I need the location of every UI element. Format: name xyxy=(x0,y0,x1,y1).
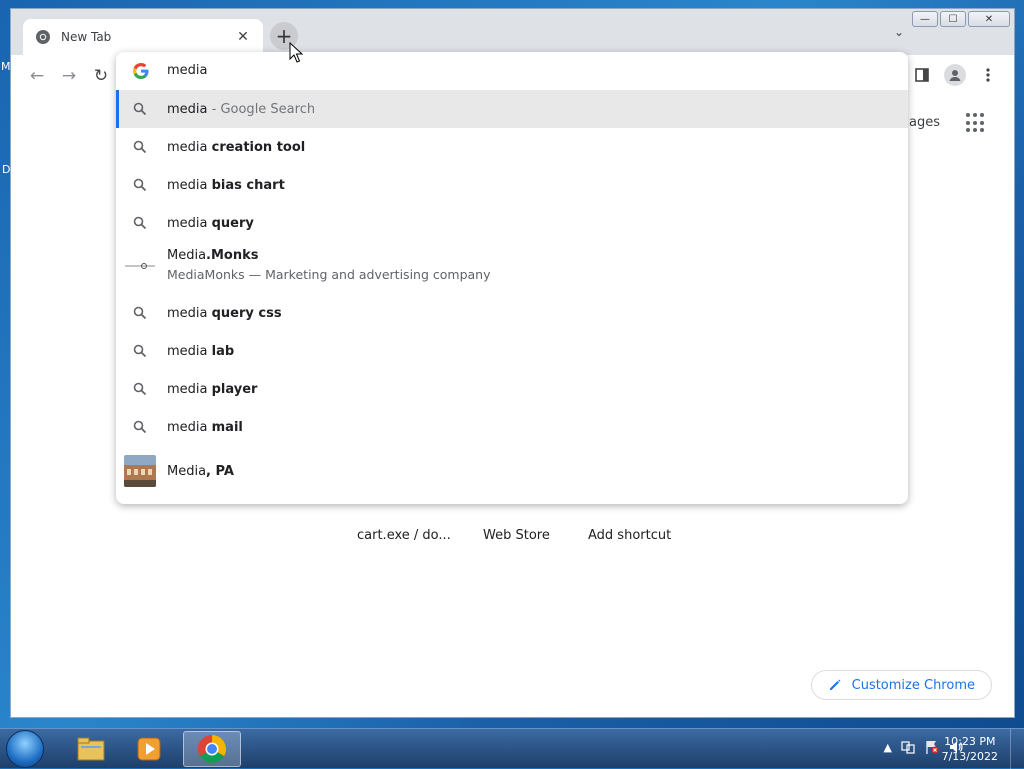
show-desktop-button[interactable] xyxy=(1010,729,1024,769)
taskbar-media-player[interactable] xyxy=(120,731,178,767)
search-icon xyxy=(133,178,147,192)
customize-chrome-button[interactable]: Customize Chrome xyxy=(810,670,992,700)
tab-title: New Tab xyxy=(61,30,112,44)
maximize-button[interactable]: ☐ xyxy=(940,11,966,27)
back-button[interactable]: ← xyxy=(25,64,49,88)
suggestion-item[interactable]: media bias chart xyxy=(116,166,908,204)
suggestion-completion: creation tool xyxy=(211,139,306,155)
start-button[interactable] xyxy=(6,730,44,768)
search-icon xyxy=(133,102,147,116)
toolbar-right xyxy=(910,63,1000,87)
shortcut-cart[interactable]: cart.exe / do... xyxy=(357,528,451,543)
network-icon[interactable] xyxy=(900,739,916,755)
google-apps-icon[interactable] xyxy=(966,113,986,133)
tab-strip: New Tab ✕ + ⌄ — ☐ ✕ xyxy=(11,9,1014,55)
omnibox-input[interactable]: media xyxy=(167,63,208,78)
reload-button[interactable]: ↻ xyxy=(89,64,113,88)
place-thumbnail-icon xyxy=(124,455,156,487)
suggestion-item[interactable]: media query xyxy=(116,204,908,242)
search-icon xyxy=(133,344,147,358)
forward-button[interactable]: → xyxy=(57,64,81,88)
action-center-flag-icon[interactable] xyxy=(924,739,940,755)
tab-new-tab[interactable]: New Tab ✕ xyxy=(23,19,263,55)
minimize-button[interactable]: — xyxy=(912,11,938,27)
suggestion-description: MediaMonks — Marketing and advertising c… xyxy=(167,267,491,282)
chrome-icon xyxy=(198,735,226,763)
tab-search-icon[interactable]: ⌄ xyxy=(894,25,904,39)
suggestion-typed: media xyxy=(167,215,212,231)
search-icon xyxy=(133,420,147,434)
suggestion-completion: .Monks xyxy=(206,248,259,263)
side-panel-icon[interactable] xyxy=(910,63,934,87)
address-bar[interactable]: media xyxy=(116,52,908,90)
suggestion-item[interactable]: media lab xyxy=(116,332,908,370)
tray-expand-icon[interactable]: ▲ xyxy=(884,741,892,754)
suggestion-completion: query xyxy=(211,215,254,231)
mediamonks-logo-icon xyxy=(125,263,155,269)
suggestion-item[interactable]: media player xyxy=(116,370,908,408)
close-window-button[interactable]: ✕ xyxy=(968,11,1010,27)
taskbar: ▲ 10:23 PM 7/13/2022 xyxy=(0,728,1024,769)
suggestion-list: media - Google Search media creation too… xyxy=(116,90,908,496)
suggestion-item[interactable]: media query css xyxy=(116,294,908,332)
folder-icon xyxy=(77,737,105,761)
customize-label: Customize Chrome xyxy=(851,677,975,693)
suggestion-completion: lab xyxy=(211,343,235,359)
suggestion-item-place[interactable]: Media, PA xyxy=(116,446,908,496)
search-icon xyxy=(133,382,147,396)
search-icon xyxy=(133,306,147,320)
search-icon xyxy=(133,216,147,230)
taskbar-chrome[interactable] xyxy=(183,731,241,767)
shortcut-add[interactable]: Add shortcut xyxy=(588,528,671,543)
close-tab-icon[interactable]: ✕ xyxy=(235,29,251,45)
window-controls: — ☐ ✕ xyxy=(912,11,1010,27)
suggestion-item[interactable]: media - Google Search xyxy=(116,90,908,128)
suggestion-typed: media xyxy=(167,343,212,359)
suggestion-completion: player xyxy=(211,381,258,397)
suggestion-completion: mail xyxy=(211,419,243,435)
suggestion-suffix: - Google Search xyxy=(207,101,316,117)
media-player-icon xyxy=(137,737,161,761)
menu-kebab-icon[interactable] xyxy=(976,63,1000,87)
search-icon xyxy=(133,140,147,154)
clock-time: 10:23 PM xyxy=(944,735,996,748)
shortcut-web-store[interactable]: Web Store xyxy=(483,528,550,543)
pencil-icon xyxy=(829,679,841,690)
suggestion-item-entity[interactable]: Media.Monks MediaMonks — Marketing and a… xyxy=(116,242,908,294)
suggestion-typed: Media xyxy=(167,463,207,479)
suggestion-typed: media xyxy=(167,177,212,193)
omnibox-dropdown: media media - Google Search media creati… xyxy=(116,52,908,504)
suggestion-typed: media xyxy=(167,139,212,155)
profile-avatar-icon[interactable] xyxy=(944,64,966,86)
chrome-favicon-icon xyxy=(36,30,50,44)
suggestion-typed: media xyxy=(167,101,208,117)
google-g-icon xyxy=(133,63,149,79)
taskbar-explorer[interactable] xyxy=(62,731,120,767)
suggestion-typed: media xyxy=(167,305,212,321)
suggestion-typed: Media xyxy=(167,248,207,263)
suggestion-item[interactable]: media mail xyxy=(116,408,908,446)
suggestion-typed: media xyxy=(167,419,212,435)
suggestion-completion: query css xyxy=(211,305,282,321)
clock-date: 7/13/2022 xyxy=(941,750,998,763)
suggestion-item[interactable]: media creation tool xyxy=(116,128,908,166)
mouse-cursor-icon xyxy=(289,42,303,63)
clock[interactable]: 10:23 PM 7/13/2022 xyxy=(942,734,998,764)
suggestion-completion: bias chart xyxy=(211,177,285,193)
suggestion-typed: media xyxy=(167,381,212,397)
suggestion-completion: , PA xyxy=(206,463,234,479)
